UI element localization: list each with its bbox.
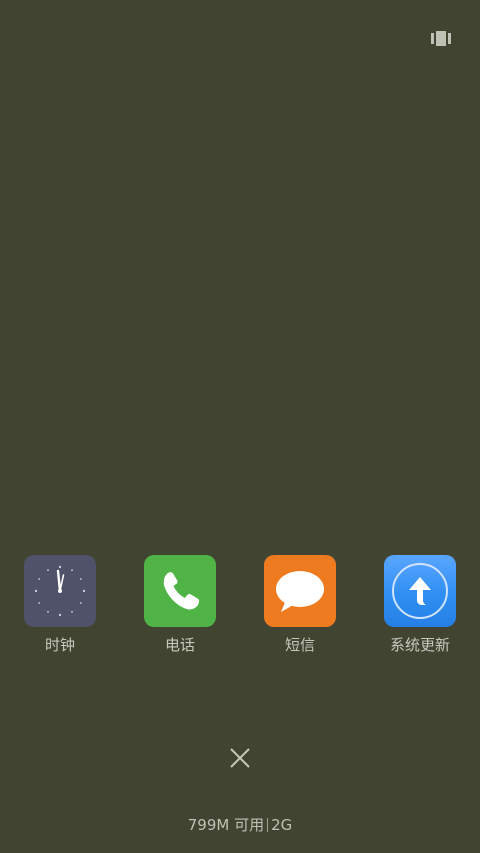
app-phone[interactable]: 电话 (120, 555, 240, 665)
memory-available: 799M 可用 (187, 816, 265, 834)
app-label: 系统更新 (389, 636, 450, 654)
app-messages[interactable]: 短信 (240, 555, 360, 665)
close-icon (230, 748, 250, 768)
message-icon (264, 555, 336, 627)
memory-total: 2G (271, 816, 293, 834)
app-label: 短信 (284, 636, 315, 654)
app-label: 电话 (164, 636, 195, 654)
memory-status: 799M 可用 2G (0, 815, 480, 835)
multi-window-toggle-svg (431, 31, 451, 46)
clock-icon (24, 555, 96, 627)
app-system-update[interactable]: 系统更新 (360, 555, 480, 665)
recent-apps-row: 时钟 电话 短信 系统更新 (0, 555, 480, 665)
multi-window-toggle-icon[interactable] (431, 31, 451, 46)
app-label: 时钟 (44, 636, 75, 654)
divider (267, 818, 269, 832)
app-clock[interactable]: 时钟 (0, 555, 120, 665)
clear-recents-button[interactable] (228, 746, 252, 770)
phone-icon (144, 555, 216, 627)
update-arrow-icon (384, 555, 456, 627)
